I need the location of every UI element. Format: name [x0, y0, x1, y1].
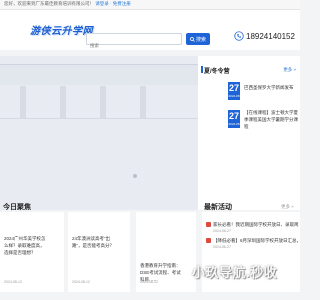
- article-card[interactable]: 24年澳洲读高考“出路”，是否能考高分？ 2024-08-12: [68, 212, 130, 292]
- welcome-message: 您好，欢迎来到广东最佳教育培训有限公司！: [4, 1, 94, 6]
- site-logo[interactable]: 游侠云升学网: [30, 22, 93, 38]
- banner-decoration: [20, 86, 26, 118]
- welcome-text: 您好，欢迎来到广东最佳教育培训有限公司！ 请登录 · 免费注册: [4, 1, 131, 7]
- date-day: 27: [228, 111, 239, 121]
- search-icon: [190, 36, 195, 42]
- search-box: [86, 33, 182, 51]
- date-year-month: 2024-08: [228, 94, 240, 98]
- banner-decoration: [140, 86, 146, 118]
- today-focus-title: 今日聚焦: [3, 204, 31, 211]
- banner-decoration: [60, 86, 66, 118]
- article-card[interactable]: 2024广州华美学校怎么样？录取难度高，选择是否理想？ 2024-08-12: [0, 212, 64, 292]
- phone-number: 18924140152: [246, 32, 295, 41]
- article-date: 2024-08-12: [140, 280, 158, 284]
- news-date: 2024-06-27: [213, 245, 231, 249]
- search-button-label: 搜索: [195, 36, 206, 43]
- banner-decoration: [100, 86, 106, 118]
- news-more-link[interactable]: 更多 »: [281, 204, 294, 210]
- date-year-month: 2024-08: [228, 122, 240, 126]
- camp-more-link[interactable]: 更多 »: [283, 67, 296, 73]
- login-register-links[interactable]: 请登录 · 免费注册: [95, 1, 131, 6]
- news-bullet-icon: [206, 238, 211, 243]
- article-date: 2024-08-12: [4, 280, 22, 284]
- camp-panel-title: 夏/冬令营: [204, 69, 230, 75]
- news-date: 2024-06-27: [213, 229, 231, 233]
- watermark: 小玖导航.秒收: [192, 265, 278, 280]
- carousel-indicator[interactable]: [133, 174, 137, 178]
- search-input[interactable]: [87, 40, 181, 51]
- site-header: 游侠云升学网 搜索 18924140152: [0, 10, 300, 51]
- camp-item-title[interactable]: 【在线课程】波士顿大学夏季课程美国大学暑期学分课程: [244, 109, 298, 130]
- news-title: 【降低必看】6月深圳国际学校开放日汇总，重一…: [213, 238, 299, 243]
- article-date: 2024-08-12: [72, 280, 90, 284]
- camp-panel: 夏/冬令营 更多 » 27 2024-08 巴西圣保罗大学新闻发布 27 202…: [198, 56, 300, 210]
- phone-icon: [234, 31, 244, 41]
- top-bar: 您好，欢迎来到广东最佳教育培训有限公司！ 请登录 · 免费注册: [0, 0, 300, 10]
- banner-decoration: [0, 65, 200, 85]
- article-title: 2024广州华美学校怎么样？录取难度高，选择是否理想？: [4, 236, 46, 255]
- date-day: 27: [228, 83, 239, 93]
- camp-item-title[interactable]: 巴西圣保罗大学新闻发布: [244, 84, 298, 91]
- date-badge: 27 2024-08: [228, 110, 240, 128]
- news-bullet-icon: [206, 222, 211, 227]
- latest-activity-title: 最新活动: [204, 204, 232, 211]
- article-card[interactable]: 香港教育升学指南：DSE考试流程、考试科目…… 2024-08-12: [136, 212, 196, 292]
- search-button[interactable]: 搜索: [186, 33, 210, 45]
- date-badge: 27 2024-08: [228, 82, 240, 100]
- title-accent: [201, 66, 203, 73]
- news-title: 家长必看！我近期国际学校开放日、录取简章一览: [213, 222, 299, 227]
- article-title: 24年澳洲读高考“出路”，是否能考高分？: [72, 236, 114, 248]
